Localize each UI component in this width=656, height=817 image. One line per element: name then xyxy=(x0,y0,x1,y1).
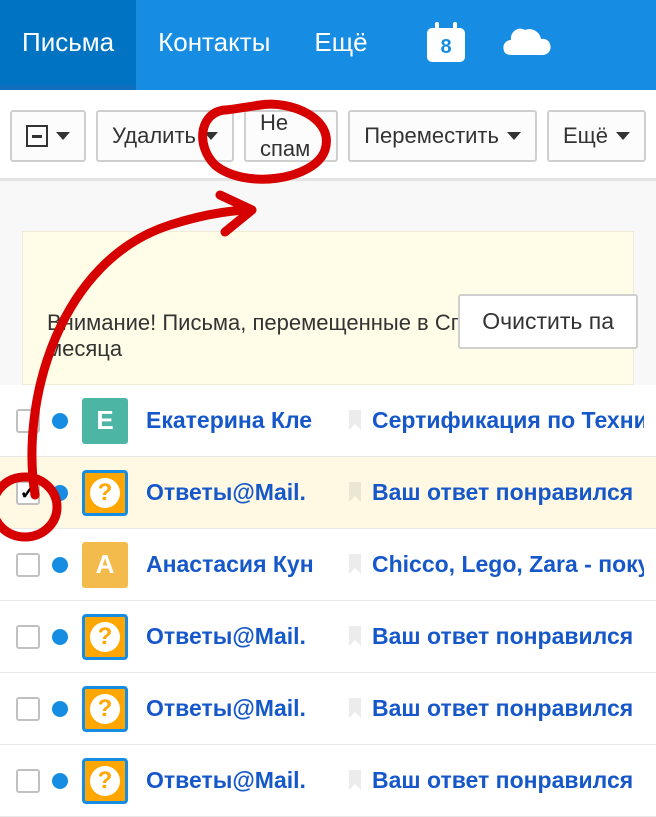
bookmark-icon[interactable] xyxy=(344,482,366,504)
mail-row[interactable]: ? Ответы@Mail. Ваш ответ понравился xyxy=(0,673,656,745)
avatar: Е xyxy=(82,398,128,444)
mail-subject: Chicco, Lego, Zara - поку xyxy=(372,551,644,578)
row-checkbox[interactable] xyxy=(16,553,40,577)
row-checkbox[interactable] xyxy=(16,769,40,793)
clear-folder-button[interactable]: Очистить па xyxy=(458,294,638,349)
cloud-icon[interactable] xyxy=(502,27,552,64)
move-button[interactable]: Переместить xyxy=(348,110,537,162)
avatar: ? xyxy=(82,686,128,732)
top-navbar: Письма Контакты Ещё 8 xyxy=(0,0,656,90)
mail-row[interactable]: ? Ответы@Mail. Ваш ответ понравился xyxy=(0,745,656,817)
sender-name: Ответы@Mail. xyxy=(146,767,344,794)
unread-dot-icon xyxy=(52,701,68,717)
sender-name: Ответы@Mail. xyxy=(146,479,344,506)
bookmark-icon[interactable] xyxy=(344,410,366,432)
row-checkbox[interactable] xyxy=(16,625,40,649)
unread-dot-icon xyxy=(52,557,68,573)
unread-dot-icon xyxy=(52,629,68,645)
tab-more[interactable]: Ещё xyxy=(292,0,389,90)
mail-row[interactable]: ? Ответы@Mail. Ваш ответ понравился xyxy=(0,457,656,529)
avatar: ? xyxy=(82,614,128,660)
row-checkbox[interactable] xyxy=(16,409,40,433)
sender-name: Екатерина Кле xyxy=(146,407,344,434)
mail-subject: Ваш ответ понравился xyxy=(372,695,644,722)
bookmark-icon[interactable] xyxy=(344,698,366,720)
mail-subject: Ваш ответ понравился xyxy=(372,479,644,506)
mail-row[interactable]: ? Ответы@Mail. Ваш ответ понравился xyxy=(0,601,656,673)
row-checkbox[interactable] xyxy=(16,481,40,505)
calendar-icon[interactable]: 8 xyxy=(425,22,467,69)
unread-dot-icon xyxy=(52,413,68,429)
chevron-down-icon xyxy=(507,132,521,140)
unread-dot-icon xyxy=(52,773,68,789)
chevron-down-icon xyxy=(204,132,218,140)
unread-dot-icon xyxy=(52,485,68,501)
bookmark-icon[interactable] xyxy=(344,770,366,792)
more-label: Ещё xyxy=(563,123,608,149)
sender-name: Анастасия Кун xyxy=(146,551,344,578)
tab-mail[interactable]: Письма xyxy=(0,0,136,90)
mail-subject: Ваш ответ понравился xyxy=(372,767,644,794)
chevron-down-icon xyxy=(616,132,630,140)
toolbar: Удалить Не спам Переместить Ещё xyxy=(0,90,656,181)
notice-area: Очистить па Внимание! Письма, перемещенн… xyxy=(0,181,656,385)
select-icon xyxy=(26,125,48,147)
bookmark-icon[interactable] xyxy=(344,626,366,648)
bookmark-icon[interactable] xyxy=(344,554,366,576)
svg-text:8: 8 xyxy=(440,36,451,58)
sender-name: Ответы@Mail. xyxy=(146,695,344,722)
notice-box: Очистить па Внимание! Письма, перемещенн… xyxy=(22,231,634,385)
delete-label: Удалить xyxy=(112,123,196,149)
not-spam-label: Не спам xyxy=(260,110,322,162)
mail-list: Е Екатерина Кле Сертификация по Техни? Отве… xyxy=(0,385,656,817)
move-label: Переместить xyxy=(364,123,499,149)
chevron-down-icon xyxy=(56,132,70,140)
more-button[interactable]: Ещё xyxy=(547,110,646,162)
avatar: А xyxy=(82,542,128,588)
avatar: ? xyxy=(82,758,128,804)
mail-subject: Сертификация по Техни xyxy=(372,407,644,434)
not-spam-button[interactable]: Не спам xyxy=(244,110,338,162)
row-checkbox[interactable] xyxy=(16,697,40,721)
delete-button[interactable]: Удалить xyxy=(96,110,234,162)
select-all-dropdown[interactable] xyxy=(10,110,86,162)
mail-row[interactable]: А Анастасия Кун Chicco, Lego, Zara - поку xyxy=(0,529,656,601)
avatar: ? xyxy=(82,470,128,516)
sender-name: Ответы@Mail. xyxy=(146,623,344,650)
mail-row[interactable]: Е Екатерина Кле Сертификация по Техни xyxy=(0,385,656,457)
mail-subject: Ваш ответ понравился xyxy=(372,623,644,650)
tab-contacts[interactable]: Контакты xyxy=(136,0,292,90)
